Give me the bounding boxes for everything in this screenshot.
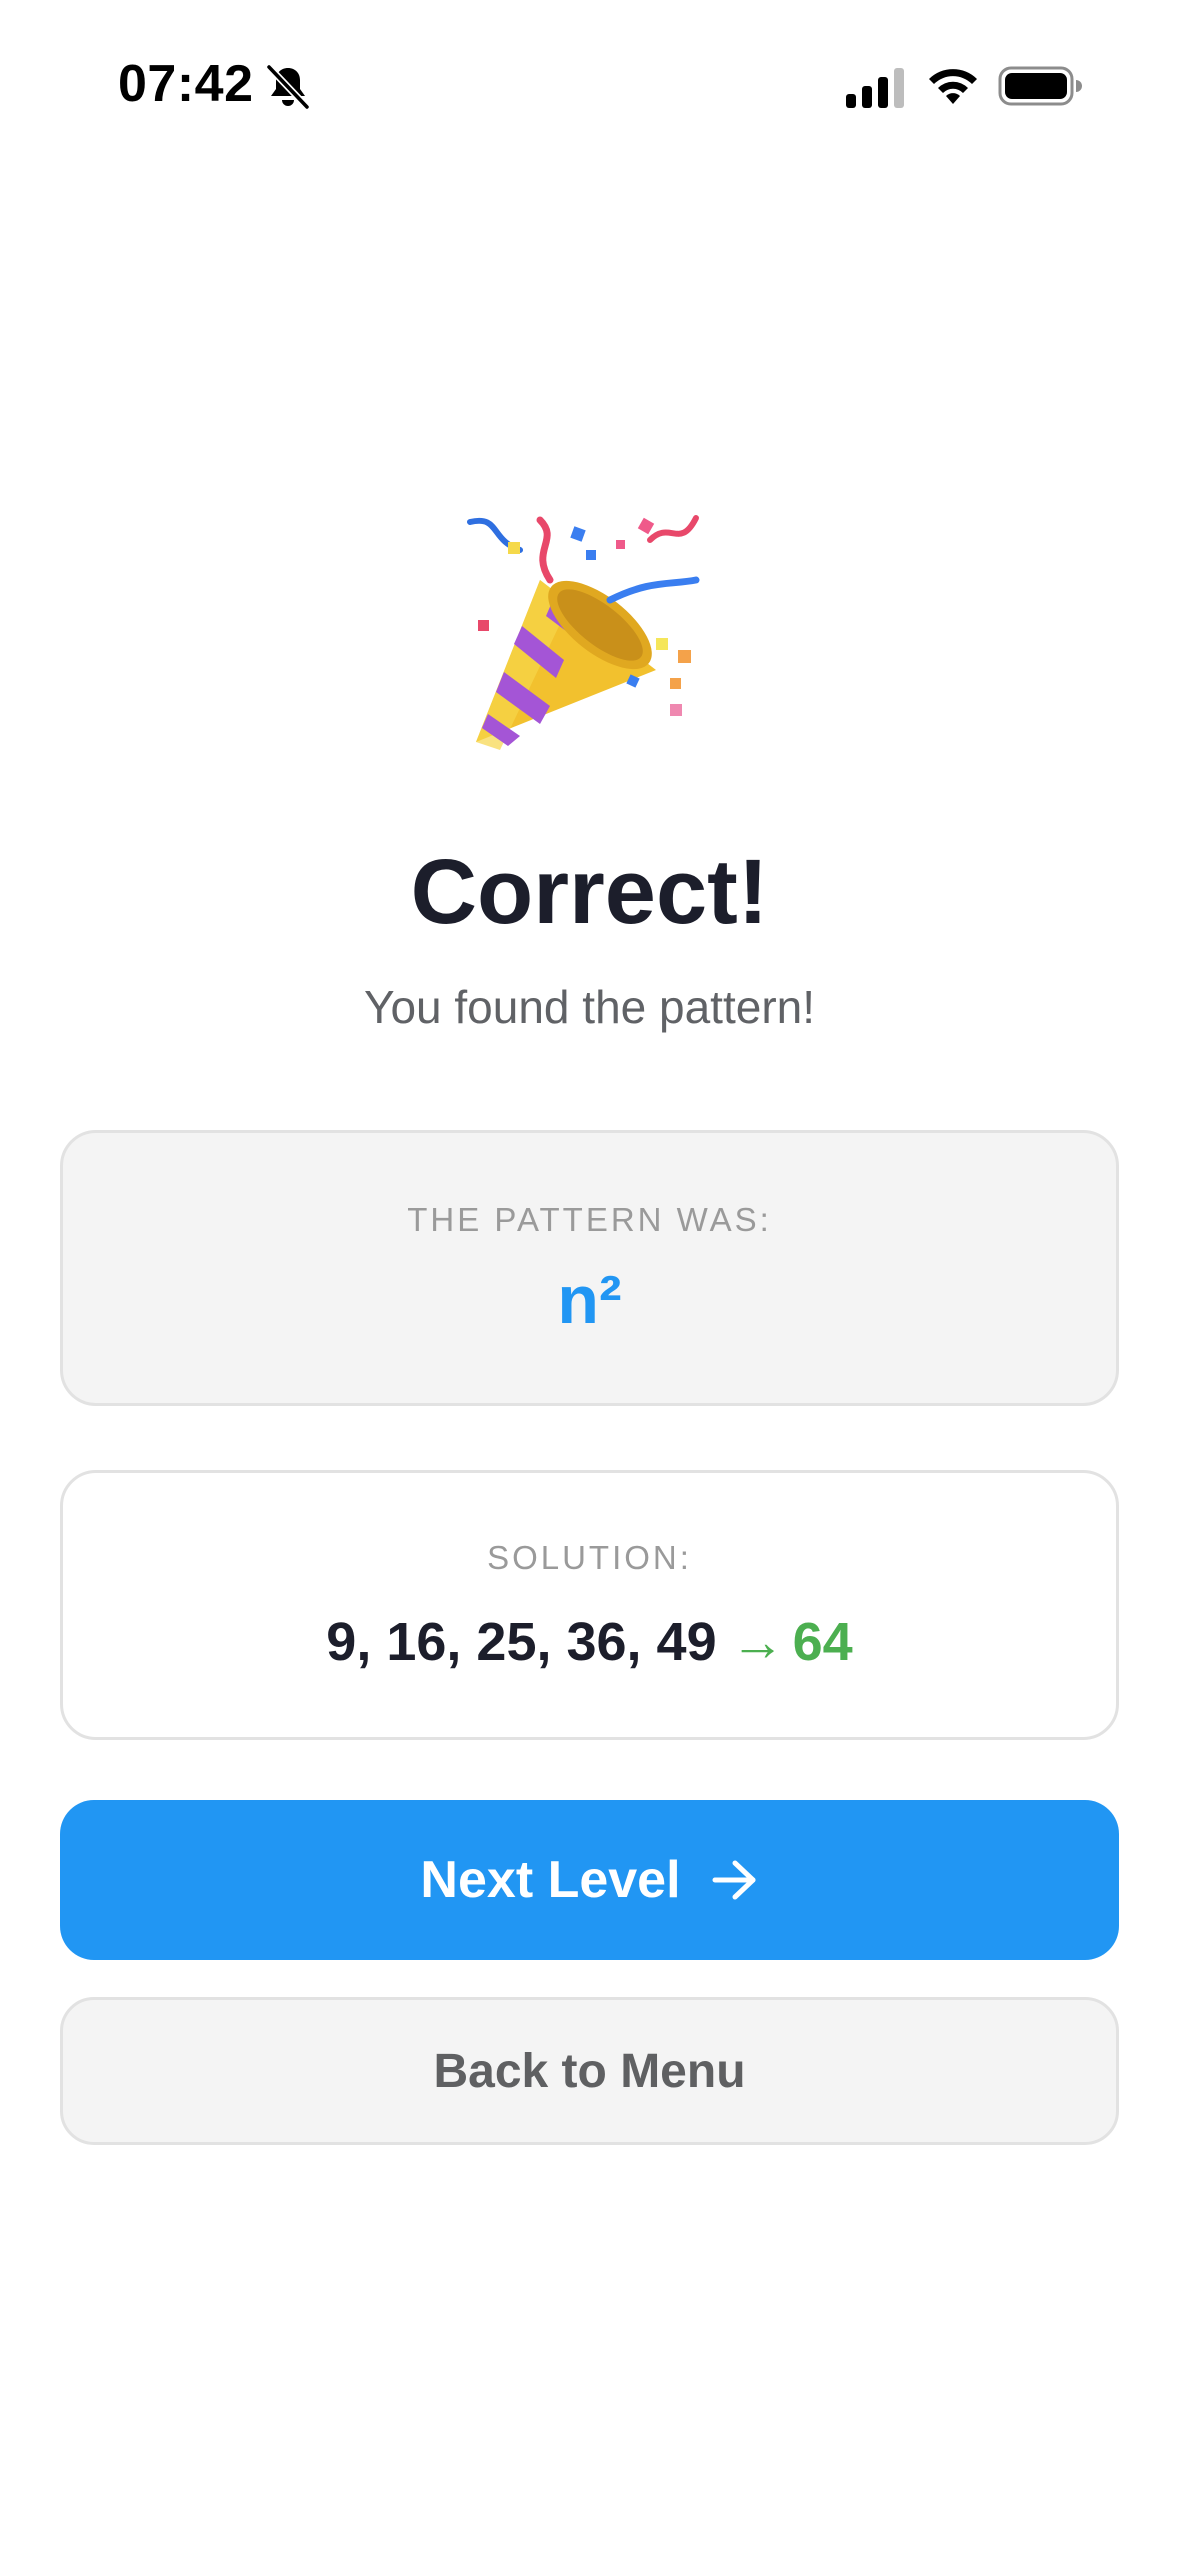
solution-arrow: → — [730, 1612, 785, 1672]
status-time: 07:42 — [118, 55, 254, 113]
battery-icon — [998, 66, 1082, 106]
wifi-icon — [929, 69, 977, 104]
solution-sequence: 9, 16, 25, 36, 49 — [326, 1612, 717, 1672]
pattern-label: THE PATTERN WAS: — [407, 1201, 772, 1238]
party-popper-icon — [467, 515, 700, 750]
back-to-menu-button[interactable]: Back to Menu — [60, 1997, 1119, 2145]
pattern-card: THE PATTERN WAS: n² — [60, 1130, 1119, 1406]
solution-label: SOLUTION: — [487, 1539, 692, 1576]
next-level-button[interactable]: Next Level — [60, 1800, 1119, 1960]
back-to-menu-label: Back to Menu — [433, 2044, 746, 2098]
solution-line: 9, 16, 25, 36, 49 → 64 — [63, 1611, 1116, 1673]
status-bar: 07:42 — [0, 0, 1179, 180]
result-subtitle: You found the pattern! — [363, 981, 815, 1033]
pattern-value: n² — [557, 1262, 622, 1338]
next-level-label: Next Level — [420, 1851, 681, 1909]
bell-off-icon — [266, 64, 310, 110]
arrow-right-icon — [712, 1860, 756, 1900]
signal-icon — [846, 68, 904, 108]
solution-card: SOLUTION: 9, 16, 25, 36, 49 → 64 — [60, 1470, 1119, 1740]
result-title: Correct! — [410, 841, 769, 943]
solution-answer: 64 — [792, 1612, 853, 1672]
